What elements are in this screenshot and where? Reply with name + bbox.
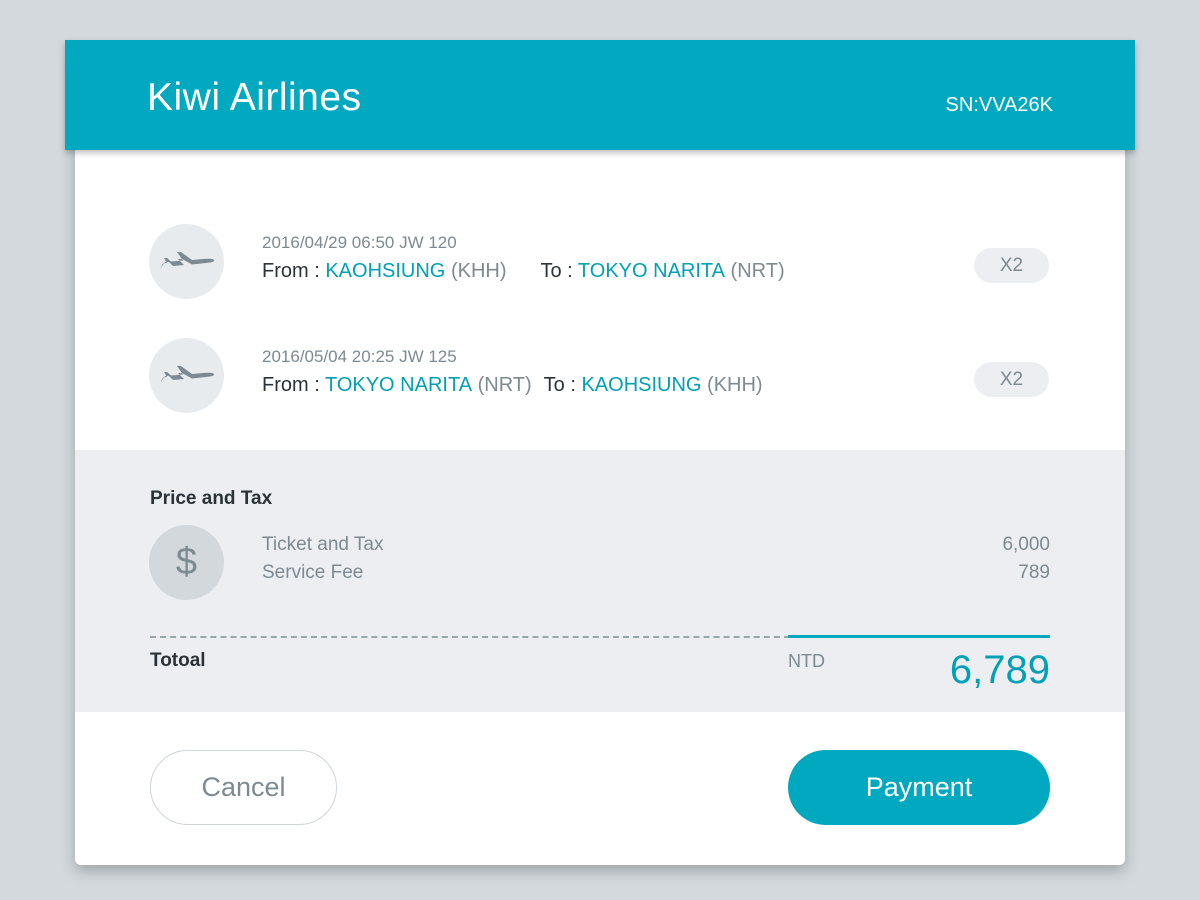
to-code: (KHH) xyxy=(707,374,763,396)
passenger-quantity-badge: X2 xyxy=(974,362,1049,397)
ticket-tax-value: 6,000 xyxy=(1002,534,1050,555)
flight-route: From : TOKYO NARITA (NRT) To : KAOHSIUNG … xyxy=(262,374,763,397)
price-section-title: Price and Tax xyxy=(150,488,273,509)
flight-route: From : KAOHSIUNG (KHH) To : TOKYO NARITA … xyxy=(262,260,785,283)
dashed-divider xyxy=(150,636,790,638)
from-code: (KHH) xyxy=(450,260,507,282)
from-city: KAOHSIUNG xyxy=(325,260,446,282)
ticket-tax-label: Ticket and Tax xyxy=(262,534,384,555)
serial-number: SN:VVA26K xyxy=(945,94,1053,116)
service-fee-label: Service Fee xyxy=(262,562,364,583)
from-label: From : xyxy=(262,374,325,396)
flight-icon-circle xyxy=(149,224,224,299)
payment-button[interactable]: Payment xyxy=(788,750,1050,825)
total-amount: 6,789 xyxy=(949,648,1050,692)
to-code: (NRT) xyxy=(730,260,785,282)
service-fee-value: 789 xyxy=(1018,562,1050,583)
currency-label: NTD xyxy=(788,651,825,671)
price-section: Price and Tax $ Ticket and Tax 6,000 Ser… xyxy=(75,450,1125,712)
flight-row: 2016/05/04 20:25 JW 125 From : TOKYO NAR… xyxy=(75,334,1125,424)
flight-row: 2016/04/29 06:50 JW 120 From : KAOHSIUNG… xyxy=(75,220,1125,310)
to-city: TOKYO NARITA xyxy=(577,260,725,282)
total-accent-line xyxy=(788,635,1050,638)
airplane-icon xyxy=(159,365,214,383)
dollar-icon: $ xyxy=(149,525,224,600)
to-label: To : xyxy=(543,374,582,396)
flight-icon-circle xyxy=(149,338,224,413)
cancel-button[interactable]: Cancel xyxy=(150,750,337,825)
header-bar: Kiwi Airlines SN:VVA26K xyxy=(65,40,1135,150)
total-label: Totoal xyxy=(150,650,206,671)
from-label: From : xyxy=(262,260,326,282)
from-city: TOKYO NARITA xyxy=(324,374,473,396)
flight-datetime: 2016/04/29 06:50 JW 120 xyxy=(262,233,457,252)
to-city: KAOHSIUNG xyxy=(581,374,702,396)
airplane-icon xyxy=(159,251,214,269)
airline-name: Kiwi Airlines xyxy=(147,76,362,119)
flight-datetime: 2016/05/04 20:25 JW 125 xyxy=(262,347,457,366)
passenger-quantity-badge: X2 xyxy=(974,248,1049,283)
to-label: To : xyxy=(540,260,578,282)
from-code: (NRT) xyxy=(477,374,532,396)
